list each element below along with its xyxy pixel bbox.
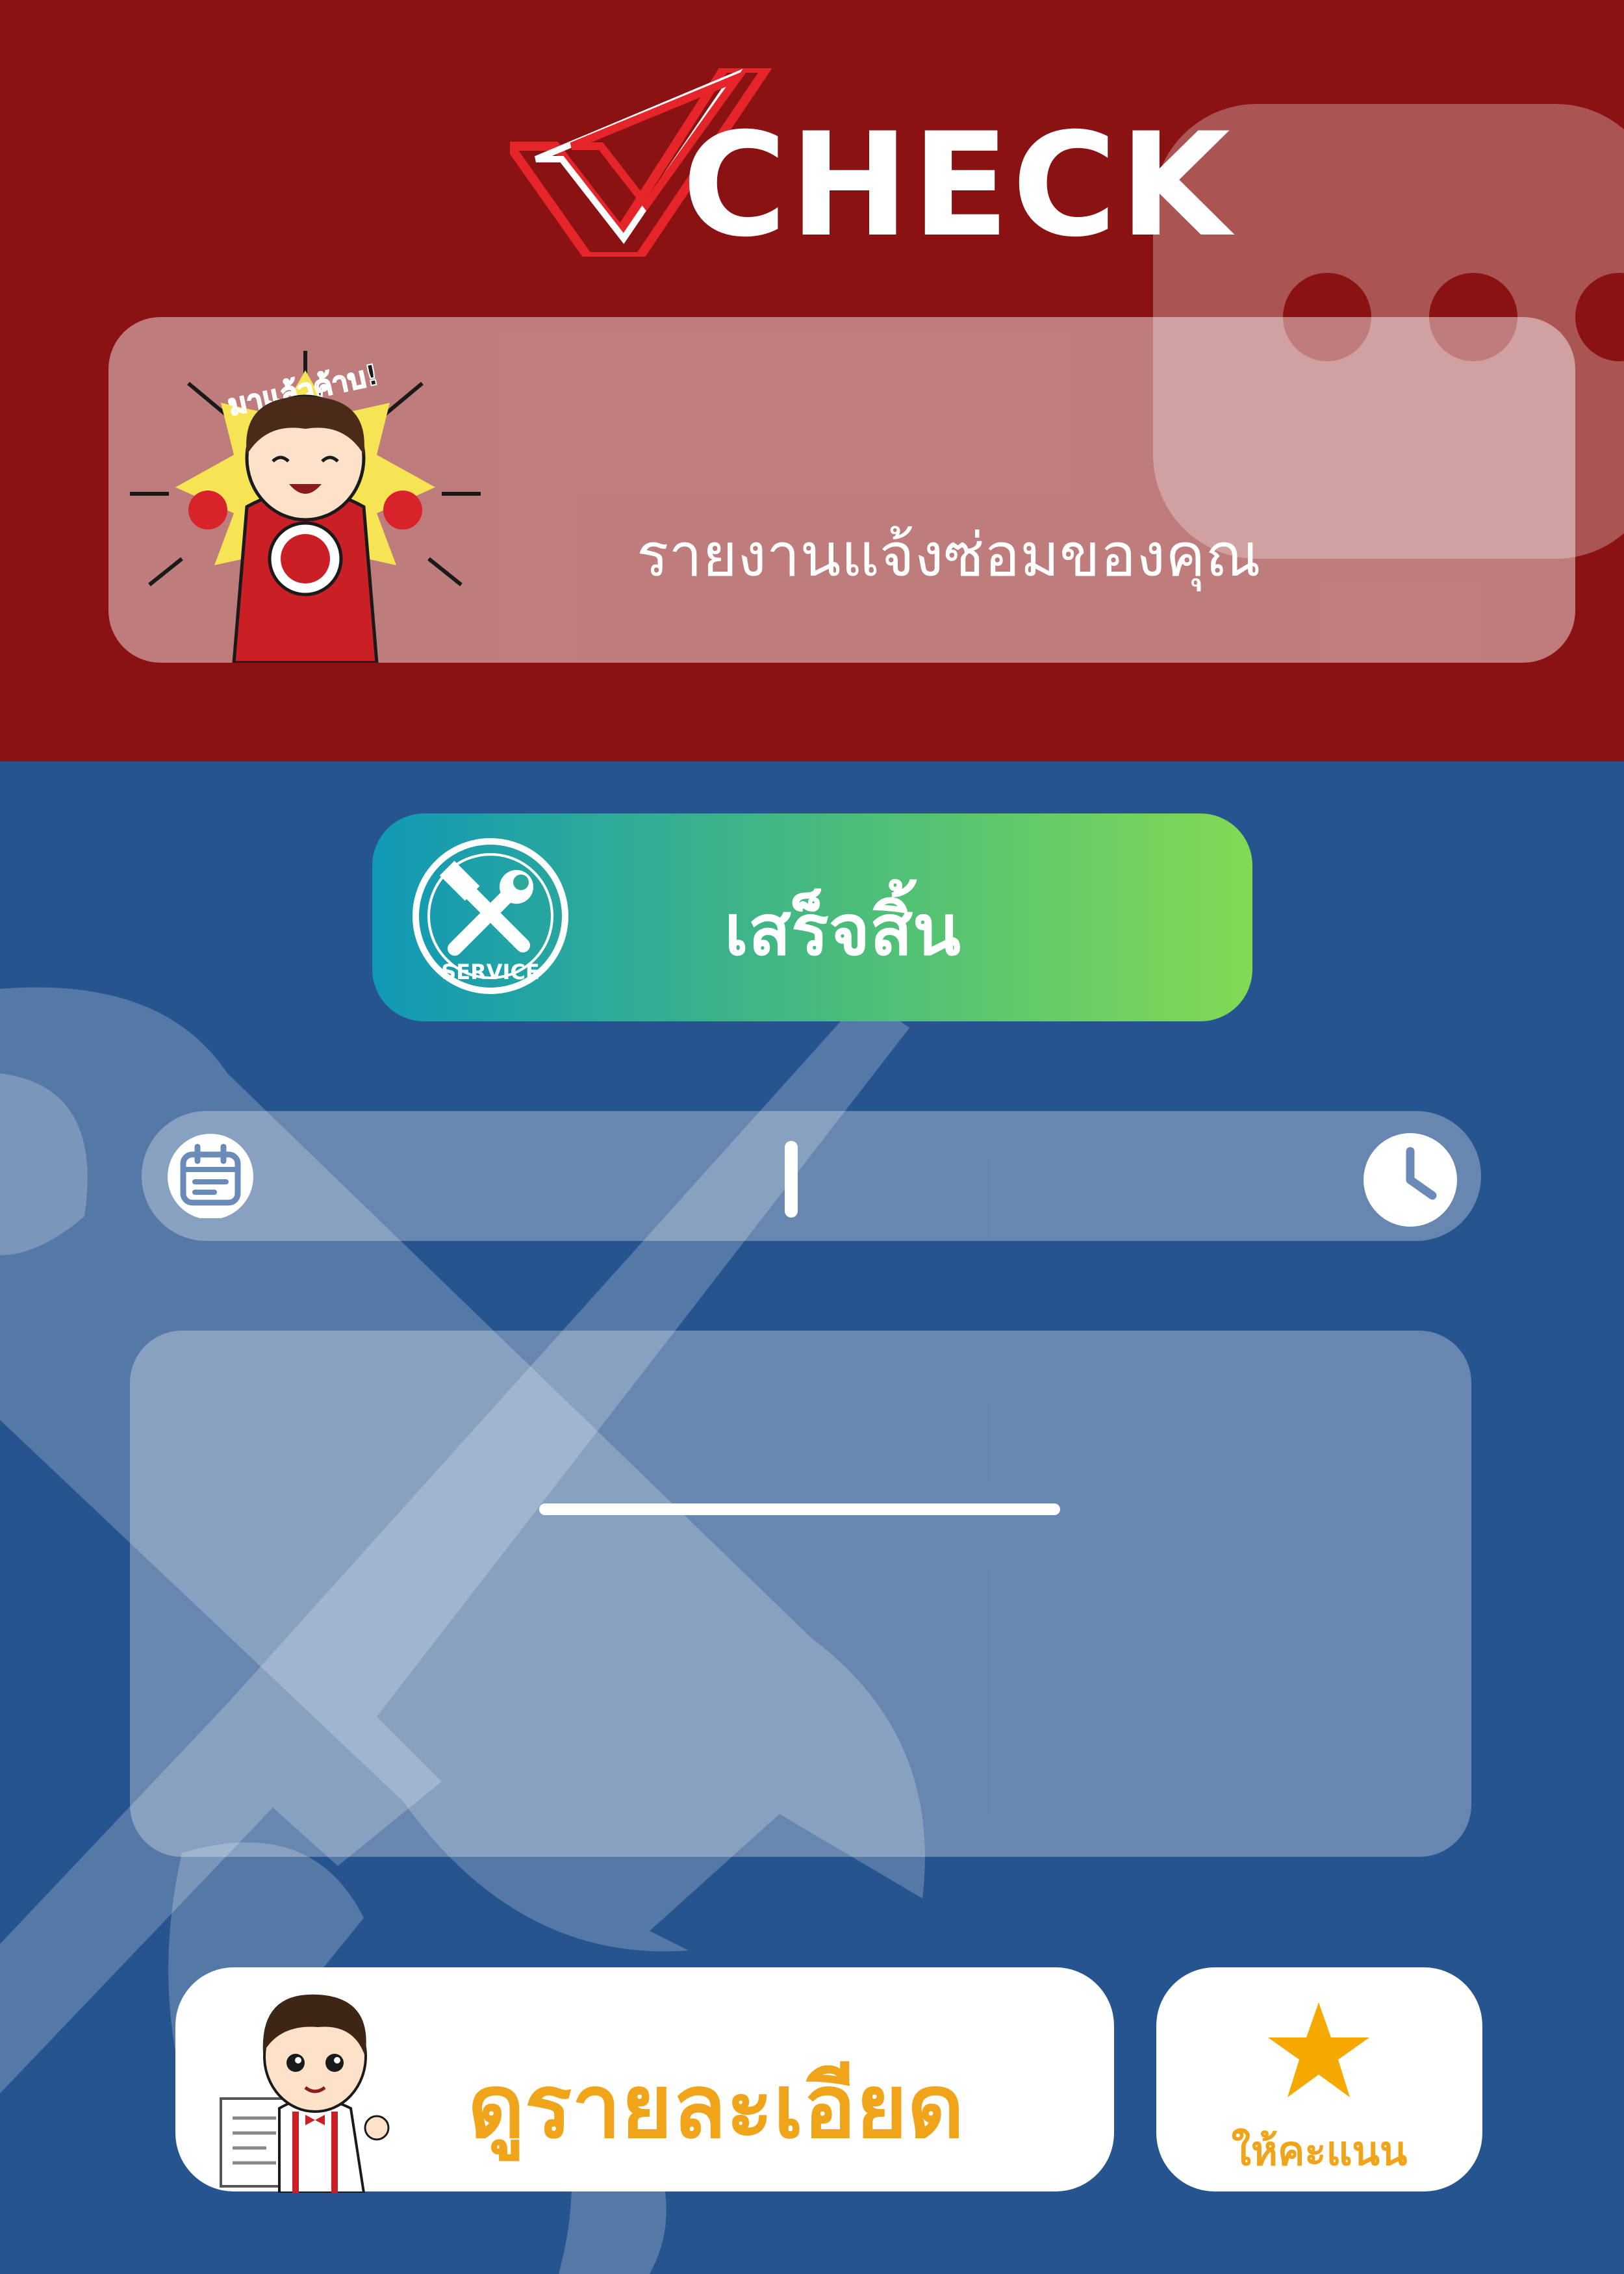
content-divider xyxy=(539,1503,1060,1515)
svg-text:SERVICE: SERVICE xyxy=(441,960,540,984)
date-time-bar xyxy=(142,1111,1481,1241)
banner-title: รายงานแจ้งซ่อมของคุณ xyxy=(637,520,1261,590)
mascot-document-image xyxy=(220,1994,390,2193)
rate-label[interactable]: ให้คะแนน xyxy=(1156,2119,1482,2183)
date-time-separator xyxy=(785,1141,798,1218)
view-details-label[interactable]: ดูรายละเอียด xyxy=(468,2037,964,2176)
status-label: เสร็จสิ้น xyxy=(724,890,961,971)
logo-text: CHECK xyxy=(682,102,1233,268)
star-icon xyxy=(1268,2002,1369,2097)
calendar-icon xyxy=(168,1134,253,1218)
report-content-box xyxy=(130,1331,1471,1857)
mascot-scooter-image: มาแล้วค้าบ! xyxy=(130,351,481,663)
clock-icon xyxy=(1364,1133,1457,1227)
service-tools-icon: SERVICE xyxy=(412,838,568,994)
